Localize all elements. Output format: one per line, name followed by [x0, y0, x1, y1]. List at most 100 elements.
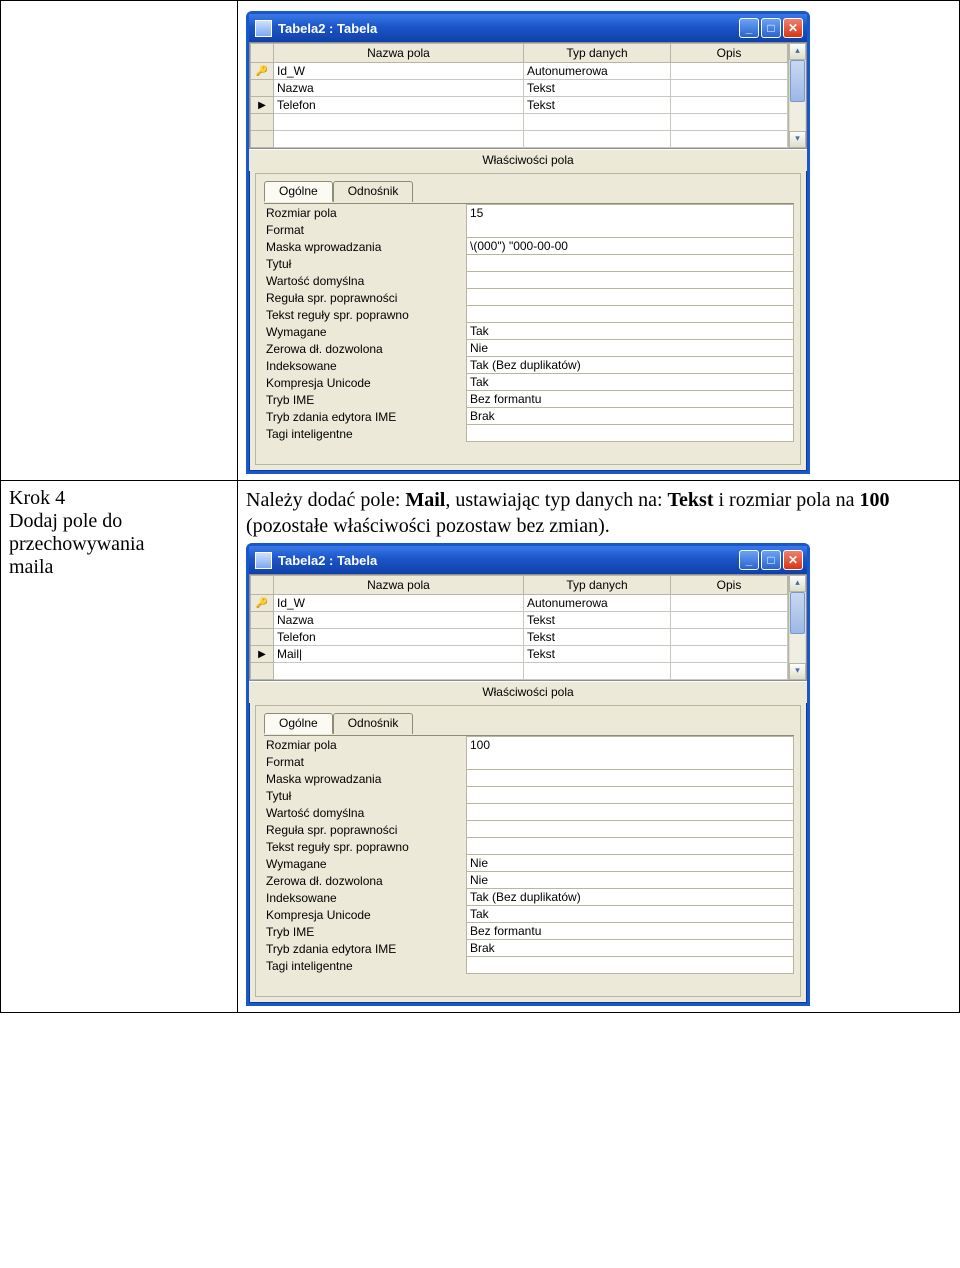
property-row[interactable]: Format: [264, 753, 794, 770]
cell-desc[interactable]: [671, 63, 788, 80]
table-row[interactable]: [251, 663, 788, 680]
cell-name[interactable]: Nazwa: [274, 80, 524, 97]
scroll-up-icon[interactable]: ▴: [789, 575, 806, 592]
property-row[interactable]: Tryb IME Bez formantu: [264, 923, 794, 940]
row-selector[interactable]: [251, 612, 274, 629]
property-value[interactable]: [466, 221, 794, 238]
cell-type[interactable]: [524, 663, 671, 680]
vscrollbar[interactable]: ▴ ▾: [788, 575, 806, 680]
property-row[interactable]: Tryb zdania edytora IME Brak: [264, 940, 794, 957]
col-header-1[interactable]: Typ danych: [524, 44, 671, 63]
property-row[interactable]: Zerowa dł. dozwolona Nie: [264, 340, 794, 357]
close-button[interactable]: ✕: [783, 18, 803, 38]
titlebar[interactable]: Tabela2 : Tabela _ □ ✕: [249, 546, 807, 574]
table-row[interactable]: [251, 131, 788, 148]
property-value[interactable]: 15: [466, 204, 794, 222]
cell-type[interactable]: [524, 114, 671, 131]
row-selector[interactable]: ▶: [251, 646, 274, 663]
table-row[interactable]: Telefon Tekst: [251, 629, 788, 646]
property-value[interactable]: Nie: [466, 855, 794, 872]
cell-name[interactable]: [274, 663, 524, 680]
property-value[interactable]: \(000") "000-00-00: [466, 238, 794, 255]
property-row[interactable]: Tryb IME Bez formantu: [264, 391, 794, 408]
cell-type[interactable]: Autonumerowa: [524, 63, 671, 80]
row-selector[interactable]: [251, 114, 274, 131]
cell-desc[interactable]: [671, 646, 788, 663]
scroll-down-icon[interactable]: ▾: [789, 663, 806, 680]
cell-name[interactable]: [274, 131, 524, 148]
field-grid[interactable]: Nazwa polaTyp danychOpis 🔑 Id_W Autonume…: [250, 575, 788, 680]
property-row[interactable]: Tagi inteligentne: [264, 957, 794, 974]
property-row[interactable]: Reguła spr. poprawności: [264, 821, 794, 838]
property-row[interactable]: Tytuł: [264, 255, 794, 272]
property-row[interactable]: Kompresja Unicode Tak: [264, 906, 794, 923]
property-value[interactable]: Brak: [466, 940, 794, 957]
property-row[interactable]: Wartość domyślna: [264, 804, 794, 821]
property-value[interactable]: [466, 425, 794, 442]
col-header-2[interactable]: Opis: [671, 576, 788, 595]
row-selector[interactable]: 🔑: [251, 595, 274, 612]
cell-desc[interactable]: [671, 114, 788, 131]
property-row[interactable]: Tryb zdania edytora IME Brak: [264, 408, 794, 425]
property-row[interactable]: Tekst reguły spr. poprawno: [264, 838, 794, 855]
table-row[interactable]: ▶ Telefon Tekst: [251, 97, 788, 114]
property-value[interactable]: [466, 753, 794, 770]
tab-general[interactable]: Ogólne: [264, 181, 333, 202]
minimize-button[interactable]: _: [739, 550, 759, 570]
cell-type[interactable]: Tekst: [524, 97, 671, 114]
cell-name[interactable]: [274, 114, 524, 131]
col-header-0[interactable]: Nazwa pola: [274, 44, 524, 63]
cell-desc[interactable]: [671, 629, 788, 646]
property-value[interactable]: Nie: [466, 872, 794, 889]
cell-type[interactable]: Tekst: [524, 80, 671, 97]
row-selector[interactable]: ▶: [251, 97, 274, 114]
property-value[interactable]: [466, 255, 794, 272]
scroll-down-icon[interactable]: ▾: [789, 131, 806, 148]
cell-name[interactable]: Nazwa: [274, 612, 524, 629]
property-row[interactable]: Reguła spr. poprawności: [264, 289, 794, 306]
table-row[interactable]: [251, 114, 788, 131]
property-value[interactable]: [466, 272, 794, 289]
row-selector[interactable]: [251, 663, 274, 680]
property-value[interactable]: Brak: [466, 408, 794, 425]
property-value[interactable]: [466, 787, 794, 804]
property-value[interactable]: [466, 289, 794, 306]
property-row[interactable]: Zerowa dł. dozwolona Nie: [264, 872, 794, 889]
property-row[interactable]: Indeksowane Tak (Bez duplikatów): [264, 357, 794, 374]
table-row[interactable]: Nazwa Tekst: [251, 80, 788, 97]
tab-general[interactable]: Ogólne: [264, 713, 333, 734]
vscrollbar[interactable]: ▴ ▾: [788, 43, 806, 148]
tab-lookup[interactable]: Odnośnik: [333, 713, 414, 734]
property-row[interactable]: Wartość domyślna: [264, 272, 794, 289]
property-value[interactable]: [466, 821, 794, 838]
property-row[interactable]: Indeksowane Tak (Bez duplikatów): [264, 889, 794, 906]
property-value[interactable]: Bez formantu: [466, 923, 794, 940]
minimize-button[interactable]: _: [739, 18, 759, 38]
cell-desc[interactable]: [671, 595, 788, 612]
maximize-button[interactable]: □: [761, 550, 781, 570]
cell-type[interactable]: Tekst: [524, 629, 671, 646]
cell-type[interactable]: [524, 131, 671, 148]
table-row[interactable]: Nazwa Tekst: [251, 612, 788, 629]
titlebar[interactable]: Tabela2 : Tabela _ □ ✕: [249, 14, 807, 42]
row-selector[interactable]: 🔑: [251, 63, 274, 80]
property-row[interactable]: Rozmiar pola 15: [264, 204, 794, 221]
property-value[interactable]: [466, 957, 794, 974]
table-row[interactable]: 🔑 Id_W Autonumerowa: [251, 595, 788, 612]
property-value[interactable]: 100: [466, 736, 794, 754]
col-header-2[interactable]: Opis: [671, 44, 788, 63]
cell-desc[interactable]: [671, 663, 788, 680]
cell-name[interactable]: Telefon: [274, 97, 524, 114]
cell-name[interactable]: Id_W: [274, 595, 524, 612]
property-row[interactable]: Wymagane Tak: [264, 323, 794, 340]
tab-lookup[interactable]: Odnośnik: [333, 181, 414, 202]
cell-desc[interactable]: [671, 80, 788, 97]
property-value[interactable]: Tak: [466, 374, 794, 391]
cell-desc[interactable]: [671, 612, 788, 629]
cell-name[interactable]: Telefon: [274, 629, 524, 646]
cell-name[interactable]: Id_W: [274, 63, 524, 80]
property-value[interactable]: [466, 838, 794, 855]
col-header-1[interactable]: Typ danych: [524, 576, 671, 595]
property-row[interactable]: Tytuł: [264, 787, 794, 804]
cell-type[interactable]: Autonumerowa: [524, 595, 671, 612]
